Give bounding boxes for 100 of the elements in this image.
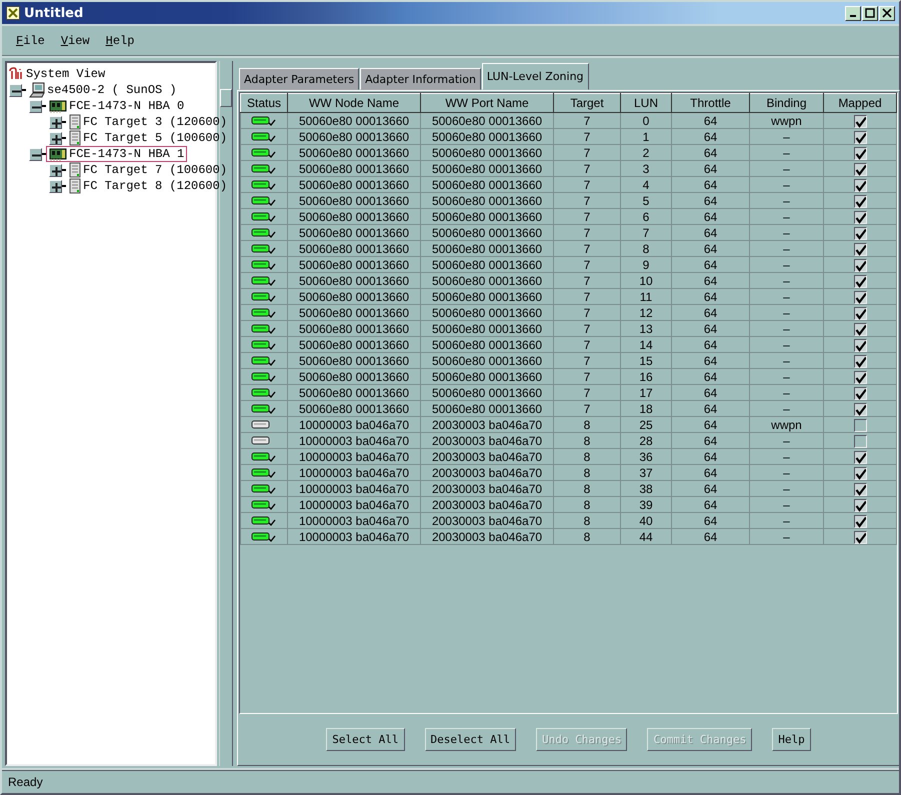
checkbox[interactable]	[854, 434, 866, 448]
checkbox[interactable]	[854, 530, 866, 544]
table-cell: –	[750, 528, 824, 544]
collapse-button[interactable]	[9, 84, 22, 96]
collapse-button[interactable]	[29, 100, 42, 112]
tree-item[interactable]: System View	[26, 67, 106, 81]
expand-button[interactable]	[49, 164, 62, 176]
table-cell: 16	[620, 368, 672, 384]
disk-drive-icon	[69, 130, 81, 146]
checkbox[interactable]	[854, 194, 866, 208]
checkbox[interactable]	[854, 402, 866, 416]
menu-item[interactable]: File	[16, 34, 45, 48]
table-cell: 64	[672, 480, 750, 496]
table-cell: 7	[554, 320, 620, 336]
checkbox[interactable]	[854, 370, 866, 384]
tree-item[interactable]: FC Target 5 (100600)	[66, 129, 230, 147]
tree-item[interactable]: se4500-2 ( SunOS )	[26, 81, 180, 99]
checkbox[interactable]	[854, 130, 866, 144]
tab[interactable]: Adapter Parameters	[239, 68, 360, 90]
column-header[interactable]: Target	[554, 94, 620, 112]
collapse-button[interactable]	[29, 148, 42, 160]
table-cell: 7	[554, 208, 620, 224]
menu-item[interactable]: View	[60, 34, 90, 48]
table-cell: 50060e80 00013660	[288, 192, 420, 208]
table-cell: 64	[672, 192, 750, 208]
checkbox[interactable]	[854, 482, 866, 496]
sash-handle[interactable]	[220, 89, 232, 107]
checkbox[interactable]	[854, 162, 866, 176]
checkbox[interactable]	[854, 306, 866, 320]
checkbox[interactable]	[854, 450, 866, 464]
column-header[interactable]: WW Port Name	[420, 94, 554, 112]
column-header[interactable]: Throttle	[672, 94, 750, 112]
computer-icon	[29, 82, 45, 98]
table-cell: 20030003 ba046a70	[420, 528, 554, 544]
maximize-button[interactable]	[862, 6, 878, 20]
column-header[interactable]: Binding	[750, 94, 824, 112]
checkbox[interactable]	[854, 274, 866, 288]
minimize-button[interactable]	[845, 6, 861, 20]
checkbox[interactable]	[854, 386, 866, 400]
expand-button[interactable]	[49, 116, 62, 128]
tab[interactable]: Adapter Information	[360, 68, 481, 90]
close-button[interactable]	[879, 6, 895, 20]
checkbox[interactable]	[854, 178, 866, 192]
table-cell: 5	[620, 192, 672, 208]
table-cell: 50060e80 00013660	[420, 272, 554, 288]
table-cell: –	[750, 176, 824, 192]
column-header[interactable]: Status	[240, 94, 288, 112]
tab[interactable]: LUN-Level Zoning	[482, 63, 589, 90]
table-cell: –	[750, 464, 824, 480]
push-button[interactable]: Deselect All	[424, 728, 516, 750]
table-cell: 0	[620, 112, 672, 128]
table-cell: 64	[672, 336, 750, 352]
table-cell: 7	[554, 224, 620, 240]
circuit-board-icon	[49, 147, 67, 161]
table-cell: –	[750, 320, 824, 336]
column-header[interactable]: Mapped	[824, 94, 896, 112]
checkbox[interactable]	[854, 338, 866, 352]
checkbox[interactable]	[854, 418, 866, 432]
tree-item[interactable]: FCE-1473-N HBA 1	[46, 146, 188, 162]
checkbox[interactable]	[854, 354, 866, 368]
menu-item[interactable]: Help	[106, 34, 134, 48]
tree-item[interactable]: FC Target 8 (120600)	[66, 177, 230, 195]
logo-icon	[7, 67, 23, 81]
checkbox[interactable]	[854, 146, 866, 160]
status-text: Ready	[8, 775, 43, 789]
table-cell: 50060e80 00013660	[420, 208, 554, 224]
checkbox[interactable]	[854, 226, 866, 240]
expand-button[interactable]	[49, 180, 62, 192]
table-cell: 36	[620, 448, 672, 464]
checkbox[interactable]	[854, 210, 866, 224]
table-cell: –	[750, 512, 824, 528]
table-cell: 8	[554, 448, 620, 464]
checkbox[interactable]	[854, 498, 866, 512]
table-cell: 64	[672, 496, 750, 512]
column-header[interactable]: LUN	[620, 94, 672, 112]
checkbox[interactable]	[854, 258, 866, 272]
table-cell: –	[750, 304, 824, 320]
table-cell: 50060e80 00013660	[420, 240, 554, 256]
checkbox[interactable]	[854, 242, 866, 256]
checkbox[interactable]	[854, 114, 866, 128]
checkbox[interactable]	[854, 290, 866, 304]
checkbox[interactable]	[854, 466, 866, 480]
checkbox[interactable]	[854, 514, 866, 528]
tree-item[interactable]: FCE-1473-N HBA 0	[46, 98, 188, 114]
push-button[interactable]: Help	[772, 728, 811, 750]
table-cell: 50060e80 00013660	[288, 160, 420, 176]
window-title: Untitled	[24, 6, 84, 20]
table-cell: 64	[672, 400, 750, 416]
expand-button[interactable]	[49, 132, 62, 144]
table-cell: 64	[672, 448, 750, 464]
push-button[interactable]: Select All	[326, 728, 405, 750]
table-cell: 50060e80 00013660	[420, 128, 554, 144]
table-cell: 44	[620, 528, 672, 544]
table-cell: 10	[620, 272, 672, 288]
tree-item[interactable]: FC Target 7 (100600)	[66, 161, 230, 179]
table-cell: 25	[620, 416, 672, 432]
checkbox[interactable]	[854, 322, 866, 336]
table-cell: 20030003 ba046a70	[420, 448, 554, 464]
tree-item[interactable]: FC Target 3 (120600)	[66, 113, 230, 131]
column-header[interactable]: WW Node Name	[288, 94, 420, 112]
